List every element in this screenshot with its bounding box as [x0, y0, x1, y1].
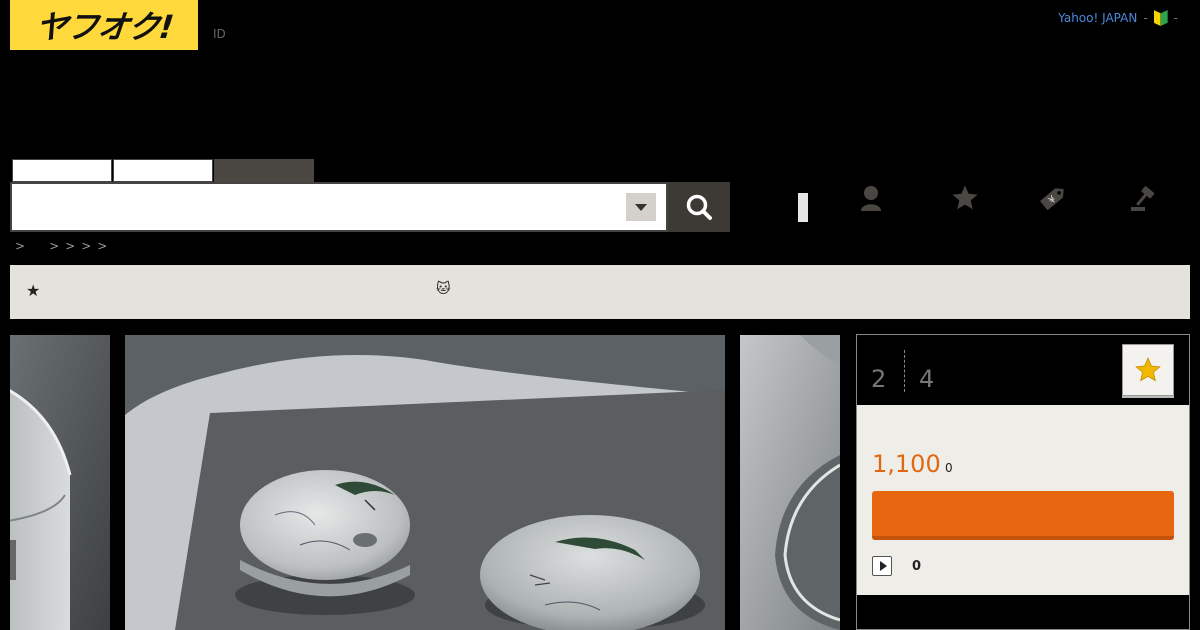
breadcrumb-sep: > — [81, 239, 92, 253]
bid-count: 2 — [871, 365, 887, 393]
star-icon[interactable] — [945, 180, 985, 216]
search-input[interactable] — [12, 184, 612, 228]
search-bar — [10, 182, 730, 232]
watch-button[interactable] — [1122, 344, 1174, 396]
current-price: 1,100 — [872, 450, 941, 478]
bid-panel: 2 4 1,100 0 0 — [856, 334, 1190, 630]
breadcrumb: > > > > > — [15, 239, 107, 253]
bid-panel-header: 2 4 — [857, 335, 1189, 405]
search-box — [10, 182, 668, 232]
breadcrumb-sep: > — [97, 239, 108, 253]
play-icon[interactable] — [872, 556, 892, 576]
chevron-down-icon[interactable] — [626, 193, 656, 221]
search-button[interactable] — [668, 182, 730, 232]
divider — [904, 350, 905, 392]
breadcrumb-sep: > — [65, 239, 76, 253]
search-tab-1[interactable] — [12, 159, 112, 182]
bid-panel-body: 1,100 0 0 — [857, 405, 1189, 595]
user-icon[interactable] — [851, 180, 891, 216]
remaining-time: 4 — [919, 365, 935, 393]
beginner-mark-icon[interactable] — [1153, 10, 1168, 26]
search-tabs — [12, 159, 315, 182]
notice-bar: ★ 🐱 — [10, 265, 1190, 319]
star-icon — [1135, 357, 1161, 382]
breadcrumb-sep: > — [15, 239, 26, 253]
separator: - — [1143, 11, 1148, 25]
logo-text: ヤフオク! — [33, 8, 175, 46]
gavel-icon[interactable] — [1123, 180, 1163, 216]
search-icon — [686, 194, 712, 220]
header-nav: ¥ — [790, 180, 1200, 230]
bid-button[interactable] — [872, 491, 1174, 540]
tag-icon[interactable]: ¥ — [1033, 180, 1073, 216]
id-link[interactable]: ID — [213, 27, 226, 41]
yahoo-japan-link[interactable]: Yahoo! JAPAN — [1058, 11, 1137, 25]
product-main-photo[interactable] — [125, 335, 725, 630]
breadcrumb-sep: > — [49, 239, 60, 253]
cat-icon: 🐱 — [436, 281, 451, 297]
header-right-links: Yahoo! JAPAN - - — [1058, 10, 1178, 26]
play-count: 0 — [912, 559, 922, 574]
separator: - — [1173, 11, 1178, 25]
price-suffix: 0 — [945, 461, 953, 475]
product-thumbnail-left[interactable] — [10, 335, 110, 630]
search-tab-3[interactable] — [214, 159, 314, 182]
star-icon: ★ — [26, 281, 41, 300]
yahuoku-logo[interactable]: ヤフオク! — [10, 0, 198, 50]
product-thumbnail-right[interactable] — [740, 335, 840, 630]
search-tab-2[interactable] — [113, 159, 213, 182]
